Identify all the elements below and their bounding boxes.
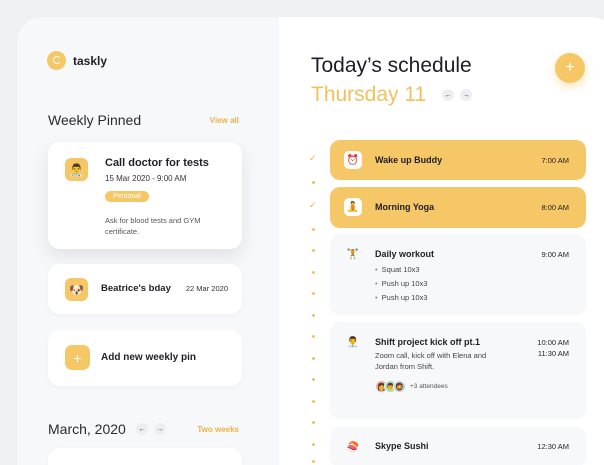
event-time: 10:00 AM 11:30 AM xyxy=(537,337,569,359)
calendar-header: March, 2020 ← → Two weeks xyxy=(48,421,239,437)
pinned-card-bday[interactable]: 🐶 Beatrice's bday 22 Mar 2020 xyxy=(48,264,242,314)
event-time: 7:00 AM xyxy=(541,156,569,165)
event-time: 12:30 AM xyxy=(537,442,569,451)
app-window: taskly Weekly Pinned View all 👨‍⚕️ Call … xyxy=(17,17,604,465)
pinned-card-doctor[interactable]: 👨‍⚕️ Call doctor for tests 15 Mar 2020 -… xyxy=(48,142,242,249)
sidebar: taskly Weekly Pinned View all 👨‍⚕️ Call … xyxy=(17,17,279,465)
timeline-dot xyxy=(312,292,315,295)
meeting-icon: 👨‍💼 xyxy=(346,336,360,348)
day-label: Thursday 11 xyxy=(311,83,427,106)
two-weeks-link[interactable]: Two weeks xyxy=(197,425,239,434)
next-month-arrow-icon[interactable]: → xyxy=(153,423,166,435)
workout-list: Squat 10x3 Push up 10x3 Push up 10x3 xyxy=(375,263,428,305)
event-yoga[interactable]: 🧘 Morning Yoga 8:00 AM xyxy=(330,187,586,228)
timeline-dot xyxy=(312,400,315,403)
timeline-dot xyxy=(312,357,315,360)
logo-icon xyxy=(47,51,66,70)
pinned-datetime: 15 Mar 2020 - 9:00 AM xyxy=(105,174,187,183)
brand-name: taskly xyxy=(73,53,108,68)
event-time-start: 10:00 AM xyxy=(537,338,569,347)
check-icon: ✓ xyxy=(309,153,317,163)
event-time: 8:00 AM xyxy=(541,203,569,212)
weekly-pinned-title: Weekly Pinned xyxy=(48,112,142,128)
timeline-dot xyxy=(312,378,315,381)
event-title: Daily workout xyxy=(375,249,435,259)
personal-tag-badge: Personal xyxy=(105,191,149,202)
event-wake-up[interactable]: ⏰ Wake up Buddy 7:00 AM xyxy=(330,140,586,180)
attendees[interactable]: 👩 👨 🧔 +3 attendees xyxy=(375,380,448,393)
timeline-dot xyxy=(312,249,315,252)
calendar-card xyxy=(48,448,242,465)
schedule-day: Thursday 11 ← → xyxy=(311,83,473,107)
sushi-icon: 🍣 xyxy=(346,441,360,453)
event-workout[interactable]: 🏋️ Daily workout 9:00 AM Squat 10x3 Push… xyxy=(330,234,586,315)
brand-logo[interactable]: taskly xyxy=(47,51,107,70)
list-item: Push up 10x3 xyxy=(375,291,428,305)
prev-month-arrow-icon[interactable]: ← xyxy=(135,423,148,435)
plus-icon: + xyxy=(65,345,90,370)
workout-icon: 🏋️ xyxy=(346,248,360,260)
timeline-dot xyxy=(312,421,315,424)
add-weekly-pin-card[interactable]: + Add new weekly pin xyxy=(48,330,242,386)
event-title: Wake up Buddy xyxy=(375,155,443,165)
timeline-dot xyxy=(312,460,315,463)
event-shift-kickoff[interactable]: 👨‍💼 Shift project kick off pt.1 10:00 AM… xyxy=(330,322,586,419)
timeline-dot xyxy=(312,443,315,446)
timeline-dot xyxy=(312,181,315,184)
pinned-date: 22 Mar 2020 xyxy=(185,284,228,293)
timeline-dot xyxy=(312,228,315,231)
event-skype-sushi[interactable]: 🍣 Skype Sushi 12:30 AM xyxy=(330,427,586,465)
list-item: Push up 10x3 xyxy=(375,277,428,291)
attendee-avatar: 🧔 xyxy=(393,380,406,393)
timeline-dot xyxy=(312,271,315,274)
timeline-dot xyxy=(312,314,315,317)
add-pin-label: Add new weekly pin xyxy=(101,352,197,363)
event-title: Shift project kick off pt.1 xyxy=(375,337,481,347)
doctor-avatar-icon: 👨‍⚕️ xyxy=(65,158,88,181)
event-title: Morning Yoga xyxy=(375,202,435,212)
prev-day-arrow-icon[interactable]: ← xyxy=(442,89,455,101)
month-title: March, 2020 xyxy=(48,421,126,437)
list-item: Squat 10x3 xyxy=(375,263,428,277)
event-time-end: 11:30 AM xyxy=(537,349,569,358)
pinned-title: Beatrice's bday xyxy=(101,283,171,294)
event-description: Zoom call, kick off with Elena and Jorda… xyxy=(375,351,487,371)
alarm-clock-icon: ⏰ xyxy=(344,151,362,169)
schedule-panel: Today’s schedule Thursday 11 ← → + ✓ ✓ ⏰… xyxy=(279,17,604,465)
schedule-title: Today’s schedule xyxy=(311,54,472,77)
check-icon: ✓ xyxy=(309,200,317,210)
yoga-icon: 🧘 xyxy=(344,198,362,216)
next-day-arrow-icon[interactable]: → xyxy=(460,89,473,101)
pinned-description: Ask for blood tests and GYM certificate. xyxy=(105,216,201,236)
event-title: Skype Sushi xyxy=(375,441,429,451)
pinned-title: Call doctor for tests xyxy=(105,157,209,169)
timeline-dot xyxy=(312,335,315,338)
event-time: 9:00 AM xyxy=(541,250,569,259)
view-all-link[interactable]: View all xyxy=(210,116,239,125)
dog-avatar-icon: 🐶 xyxy=(65,278,88,301)
weekly-pinned-header: Weekly Pinned View all xyxy=(48,112,239,128)
add-event-button[interactable]: + xyxy=(555,53,585,83)
attendees-more: +3 attendees xyxy=(410,383,448,390)
